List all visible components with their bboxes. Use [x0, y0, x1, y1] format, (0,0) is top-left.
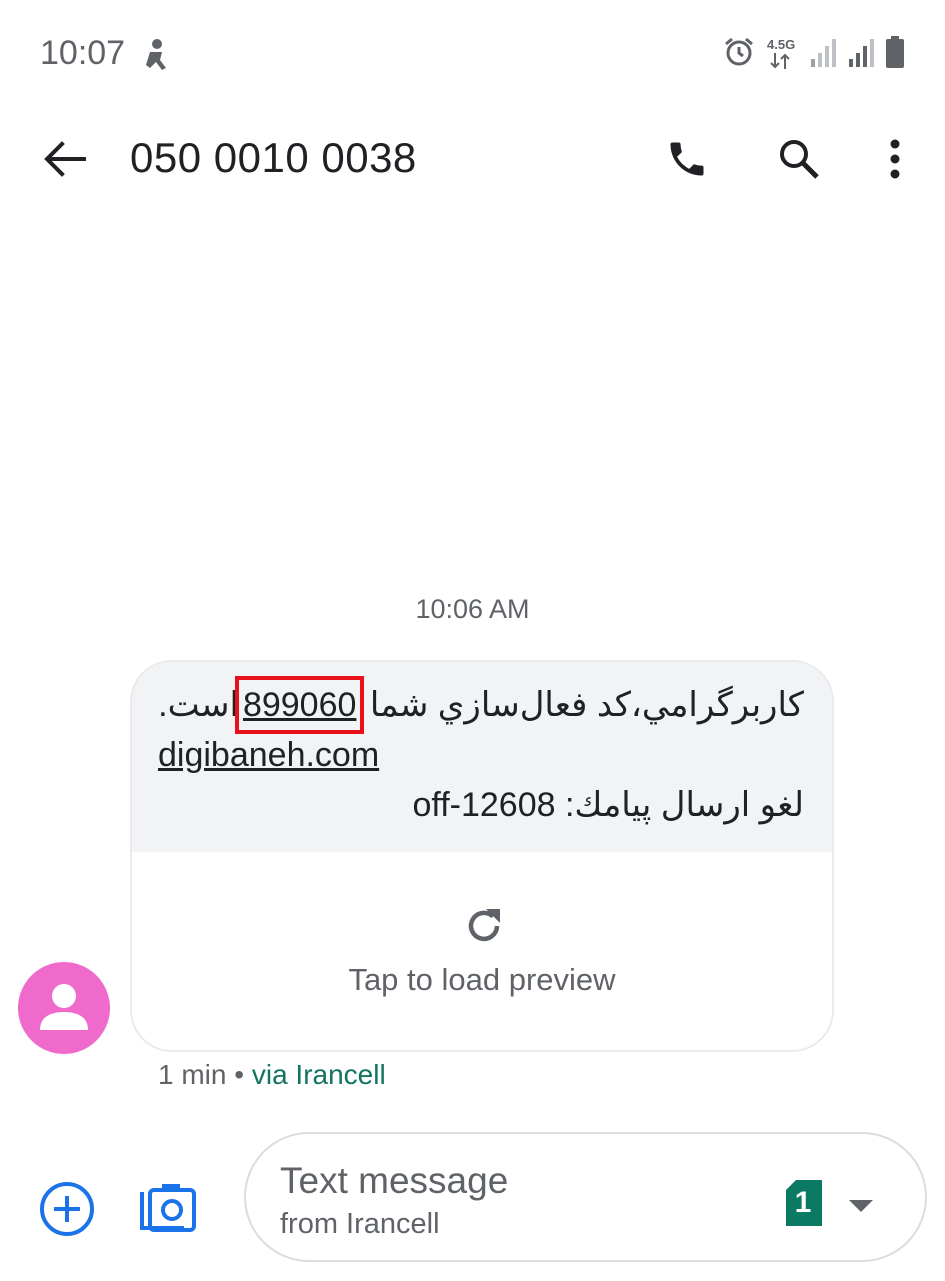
alarm-icon	[723, 36, 755, 73]
message-timestamp: 10:06 AM	[415, 594, 530, 624]
phone-icon	[670, 142, 704, 176]
back-button[interactable]	[38, 132, 92, 186]
search-icon	[780, 140, 819, 179]
call-button[interactable]	[658, 130, 716, 188]
unsubscribe-label: لغو ارسال پيامك:	[564, 786, 804, 824]
unsubscribe-code: off-12608	[412, 786, 556, 824]
dropdown-arrow-icon[interactable]	[846, 1196, 876, 1216]
camera-button[interactable]	[138, 1178, 198, 1236]
status-time: 10:07	[40, 34, 126, 72]
battery-icon	[885, 35, 905, 73]
message-age: 1 min	[158, 1059, 227, 1090]
compose-placeholder: Text message	[280, 1160, 509, 1201]
add-circle-icon	[40, 1182, 94, 1236]
data-arrows-icon	[770, 53, 790, 69]
sim-number: 1	[794, 1186, 812, 1219]
message-line-1: کاربرگرامي،کد فعال‌سازي شما 899060است.	[158, 676, 804, 734]
message-text-suffix: است.	[158, 686, 239, 724]
camera-gallery-icon	[140, 1184, 196, 1232]
message-line-3: لغو ارسال پيامك: off-12608	[158, 780, 804, 830]
compose-field[interactable]: Text message from Irancell 1	[244, 1132, 927, 1262]
meta-separator: •	[234, 1059, 245, 1090]
conversation-title: 050 0010 0038	[130, 134, 417, 181]
message-line-2: digibaneh.com	[158, 730, 804, 780]
load-preview-label: Tap to load preview	[348, 962, 616, 997]
person-icon	[40, 984, 88, 1030]
status-bar: 10:07 4.5G	[0, 0, 945, 110]
message-meta: 1 min • via Irancell	[158, 1059, 386, 1091]
more-vert-icon	[890, 139, 900, 179]
message-text-prefix: کاربرگرامي،کد فعال‌سازي شما	[369, 686, 804, 724]
network-type: 4.5G	[765, 37, 799, 71]
signal-weak-icon	[809, 37, 837, 72]
sender-avatar[interactable]	[18, 962, 110, 1054]
message-text: کاربرگرامي،کد فعال‌سازي شما 899060است. d…	[132, 662, 832, 852]
carrier-label: via Irancell	[251, 1059, 386, 1090]
message-link[interactable]: digibaneh.com	[158, 736, 379, 774]
accessibility-person-icon	[140, 38, 172, 72]
more-options-button[interactable]	[866, 130, 924, 188]
add-attachment-button[interactable]	[38, 1180, 96, 1238]
link-preview[interactable]: Tap to load preview	[132, 852, 832, 1050]
app-bar: 050 0010 0038	[0, 110, 945, 210]
search-button[interactable]	[770, 130, 828, 188]
refresh-icon	[468, 909, 500, 942]
arrow-back-icon	[44, 141, 86, 177]
signal-icon	[847, 37, 875, 72]
activation-code[interactable]: 899060	[234, 676, 365, 734]
message-bubble[interactable]: کاربرگرامي،کد فعال‌سازي شما 899060است. d…	[130, 660, 834, 1052]
compose-sim-label: from Irancell	[280, 1208, 440, 1240]
